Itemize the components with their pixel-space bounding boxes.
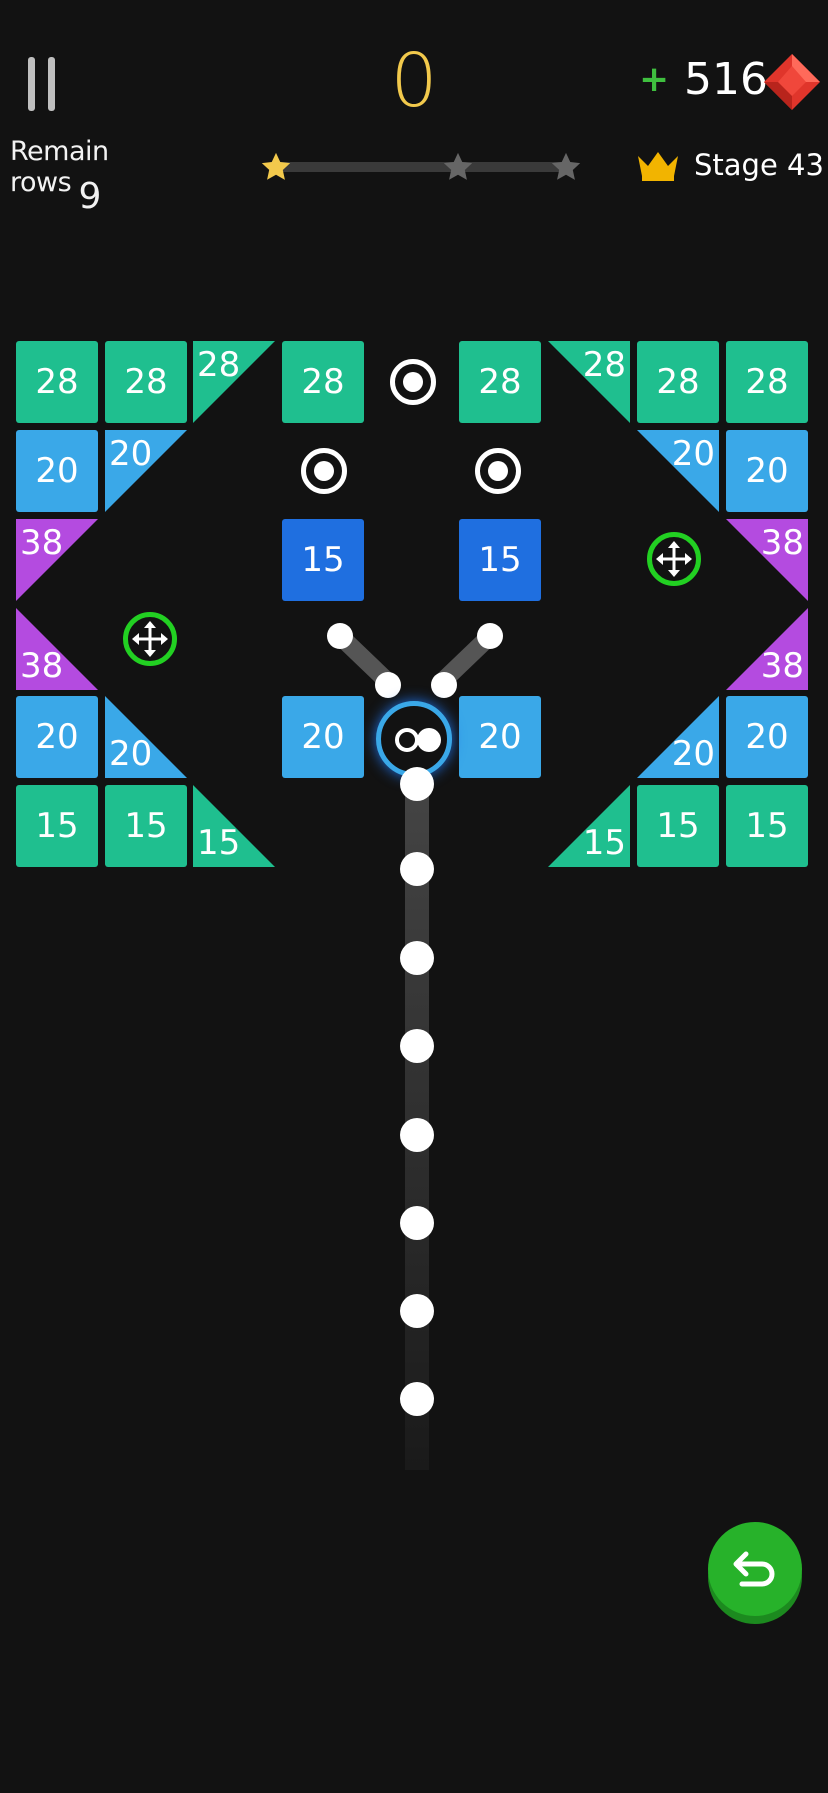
brick: 20 (726, 696, 808, 778)
remain-rows-value: 9 (78, 176, 102, 217)
aim-dot (400, 1294, 434, 1328)
star-icon (551, 152, 581, 180)
brick: 15 (726, 785, 808, 867)
gem-count: 516 (684, 54, 768, 105)
move-powerup-icon (123, 612, 177, 666)
aim-dot (477, 623, 503, 649)
score: 0 (390, 38, 438, 124)
aim-dot (375, 672, 401, 698)
undo-icon (733, 1551, 775, 1587)
triangle-brick: 28 (193, 341, 275, 423)
triangle-brick-value: 20 (671, 734, 715, 774)
triangle-brick-value: 20 (109, 434, 153, 474)
brick: 20 (16, 696, 98, 778)
triangle-brick-value: 38 (20, 646, 64, 686)
launcher-ball (417, 728, 441, 752)
triangle-brick: 38 (16, 519, 98, 601)
triangle-brick: 15 (548, 785, 630, 867)
brick: 28 (105, 341, 187, 423)
triangle-brick: 20 (105, 696, 187, 778)
triangle-brick-value: 20 (671, 434, 715, 474)
extra-ball-ring (475, 448, 521, 494)
ball-launcher[interactable] (376, 701, 452, 777)
triangle-brick: 20 (105, 430, 187, 512)
triangle-brick-value: 28 (197, 345, 241, 385)
aim-dot (400, 1029, 434, 1063)
triangle-brick: 38 (726, 608, 808, 690)
brick: 15 (16, 785, 98, 867)
triangle-brick-value: 28 (582, 345, 626, 385)
brick: 15 (105, 785, 187, 867)
triangle-brick: 20 (637, 696, 719, 778)
star-icon (443, 152, 473, 180)
brick: 28 (637, 341, 719, 423)
triangle-brick: 28 (548, 341, 630, 423)
triangle-brick-value: 20 (109, 734, 153, 774)
gem-icon (764, 54, 820, 110)
aim-dot (400, 941, 434, 975)
triangle-brick: 38 (726, 519, 808, 601)
aim-dot (400, 1206, 434, 1240)
launcher-ball (395, 728, 419, 752)
aim-dot (400, 767, 434, 801)
triangle-brick-value: 15 (582, 823, 626, 863)
brick: 20 (16, 430, 98, 512)
extra-ball-ring (301, 448, 347, 494)
aim-dot (327, 623, 353, 649)
brick: 28 (726, 341, 808, 423)
stage-label: Stage 43 (694, 148, 824, 182)
brick: 15 (459, 519, 541, 601)
brick: 28 (459, 341, 541, 423)
triangle-brick-value: 38 (760, 523, 804, 563)
star-progress (258, 150, 584, 184)
triangle-brick-value: 38 (20, 523, 64, 563)
brick: 28 (16, 341, 98, 423)
triangle-brick-value: 38 (760, 646, 804, 686)
triangle-brick: 15 (193, 785, 275, 867)
triangle-brick: 20 (637, 430, 719, 512)
extra-ball-ring (390, 359, 436, 405)
pause-button[interactable] (24, 52, 64, 116)
brick: 28 (282, 341, 364, 423)
undo-button[interactable] (708, 1522, 802, 1616)
triangle-brick-value: 15 (197, 823, 241, 863)
brick: 20 (726, 430, 808, 512)
brick: 15 (637, 785, 719, 867)
brick: 15 (282, 519, 364, 601)
aim-dot (400, 1118, 434, 1152)
gem-plus[interactable]: + (639, 62, 669, 98)
crown-icon (638, 152, 678, 181)
move-powerup-icon (647, 532, 701, 586)
aim-dot (400, 852, 434, 886)
star-icon-earned (261, 152, 291, 180)
triangle-brick: 38 (16, 608, 98, 690)
aim-dot (400, 1382, 434, 1416)
aim-dot (431, 672, 457, 698)
